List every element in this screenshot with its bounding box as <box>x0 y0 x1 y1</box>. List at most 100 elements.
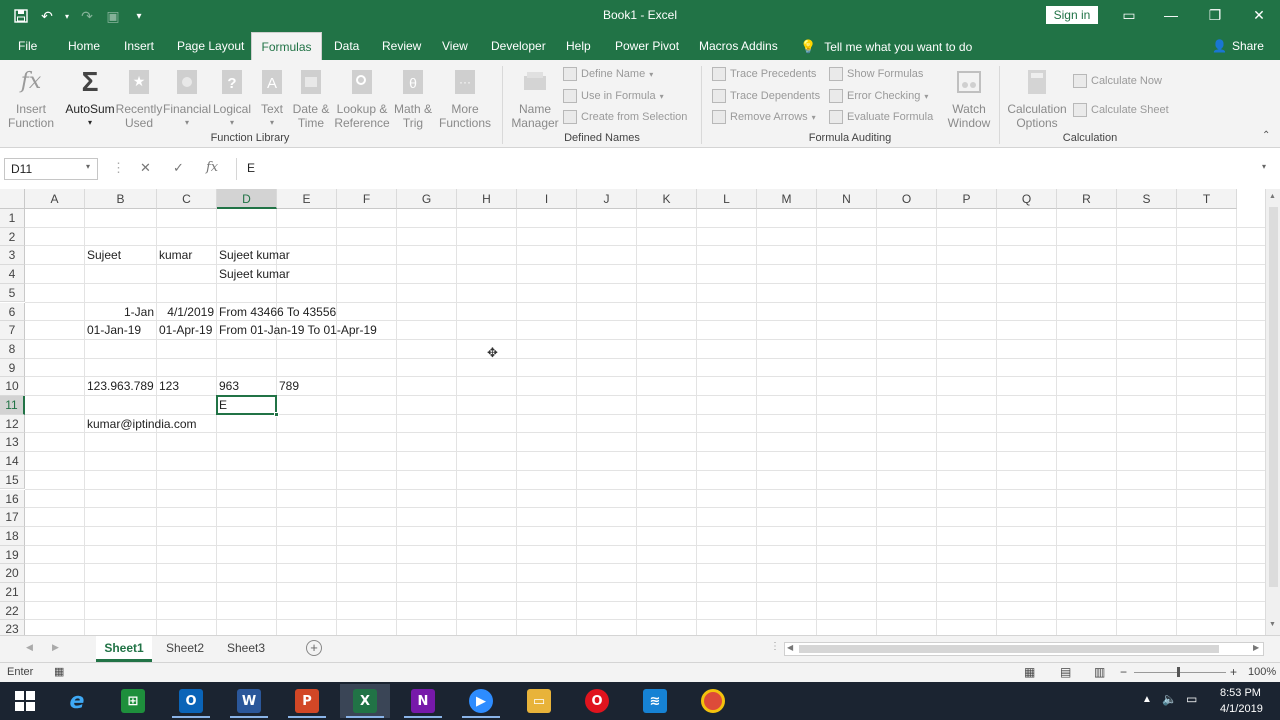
financial-button[interactable]: Financial ▾ <box>163 66 211 130</box>
select-all-corner[interactable] <box>0 189 25 209</box>
wifi-icon[interactable]: ≋ <box>630 684 680 718</box>
cell-e10[interactable]: 789 <box>279 377 299 395</box>
cell-c10[interactable]: 123 <box>159 377 179 395</box>
column-header-d[interactable]: D <box>217 189 277 209</box>
zoom-in-icon[interactable]: + <box>1230 665 1237 679</box>
opera-icon[interactable]: O <box>572 684 622 718</box>
save-icon[interactable] <box>10 5 32 27</box>
lookup-reference-button[interactable]: Lookup & Reference <box>334 66 390 130</box>
tab-macros-addins[interactable]: Macros Addins <box>691 32 786 60</box>
row-header-6[interactable]: 6 <box>0 302 25 322</box>
share-button[interactable]: 👤 Share <box>1212 39 1264 53</box>
column-header-k[interactable]: K <box>637 189 697 209</box>
text-button[interactable]: A Text ▾ <box>256 66 288 130</box>
excel-taskbar-icon[interactable]: X <box>340 684 390 718</box>
row-header-1[interactable]: 1 <box>0 209 25 228</box>
tab-review[interactable]: Review <box>374 32 429 60</box>
row-header-14[interactable]: 14 <box>0 452 25 471</box>
calculate-now-button[interactable]: Calculate Now <box>1073 72 1162 90</box>
column-header-m[interactable]: M <box>757 189 817 209</box>
name-box[interactable]: D11 <box>4 158 98 180</box>
row-header-2[interactable]: 2 <box>0 227 25 247</box>
column-header-f[interactable]: F <box>337 189 397 209</box>
row-header-10[interactable]: 10 <box>0 377 25 396</box>
zoom-slider[interactable] <box>1134 672 1226 673</box>
column-header-t[interactable]: T <box>1177 189 1237 209</box>
column-header-g[interactable]: G <box>397 189 457 209</box>
cell-c6[interactable]: 4/1/2019 <box>157 303 214 321</box>
row-header-13[interactable]: 13 <box>0 433 25 453</box>
cell-d3[interactable]: Sujeet kumar <box>219 246 290 264</box>
expand-formula-bar-icon[interactable]: ▾ <box>1262 162 1266 171</box>
tab-file[interactable]: File <box>10 32 45 60</box>
trace-dependents-button[interactable]: Trace Dependents <box>712 87 820 105</box>
row-header-20[interactable]: 20 <box>0 564 25 583</box>
row-header-23[interactable]: 23 <box>0 620 25 635</box>
show-hidden-icons-icon[interactable]: ▲ <box>1142 694 1152 705</box>
evaluate-formula-button[interactable]: Evaluate Formula <box>829 108 933 126</box>
close-icon[interactable]: ✕ <box>1244 4 1274 26</box>
new-sheet-plus-icon[interactable]: + <box>306 640 322 656</box>
remove-arrows-button[interactable]: Remove Arrows ▾ <box>712 108 816 126</box>
sign-in-button[interactable]: Sign in <box>1046 6 1098 24</box>
column-header-o[interactable]: O <box>877 189 937 209</box>
row-header-9[interactable]: 9 <box>0 358 25 378</box>
sheet-tab-sheet1[interactable]: Sheet1 <box>96 636 152 662</box>
row-header-22[interactable]: 22 <box>0 601 25 621</box>
tab-developer[interactable]: Developer <box>483 32 554 60</box>
redo-icon[interactable]: ↷ <box>76 5 98 27</box>
page-break-view-icon[interactable]: ▥ <box>1094 665 1105 679</box>
file-explorer-icon[interactable]: ▭ <box>514 684 564 718</box>
scroll-down-icon[interactable]: ▼ <box>1269 621 1276 628</box>
define-name-button[interactable]: Define Name ▾ <box>563 65 653 83</box>
scroll-up-icon[interactable]: ▲ <box>1269 193 1276 200</box>
recently-used-button[interactable]: ★ Recently Used <box>116 66 162 130</box>
date-time-button[interactable]: Date & Time <box>290 66 332 130</box>
column-header-b[interactable]: B <box>85 189 157 209</box>
sheet-tab-sheet2[interactable]: Sheet2 <box>157 636 213 662</box>
column-header-p[interactable]: P <box>937 189 997 209</box>
row-header-19[interactable]: 19 <box>0 545 25 565</box>
tab-help[interactable]: Help <box>558 32 599 60</box>
formula-input[interactable]: E <box>236 158 1258 180</box>
macro-record-icon[interactable]: ▦ <box>54 665 64 678</box>
row-header-8[interactable]: 8 <box>0 339 25 359</box>
column-header-h[interactable]: H <box>457 189 517 209</box>
tab-power-pivot[interactable]: Power Pivot <box>607 32 687 60</box>
row-header-21[interactable]: 21 <box>0 583 25 602</box>
undo-icon[interactable]: ↶ <box>36 5 58 27</box>
vertical-scroll-thumb[interactable] <box>1269 207 1278 587</box>
cell-d11[interactable]: E <box>219 396 227 414</box>
cell-d6[interactable]: From 43466 To 43556 <box>219 303 336 321</box>
tab-page-layout[interactable]: Page Layout <box>169 32 252 60</box>
cell-d7[interactable]: From 01-Jan-19 To 01-Apr-19 <box>219 321 377 339</box>
column-header-a[interactable]: A <box>25 189 85 209</box>
scroll-left-icon[interactable]: ◀ <box>787 643 793 652</box>
scroll-right-icon[interactable]: ▶ <box>1253 643 1259 652</box>
clock-date[interactable]: 4/1/2019 <box>1220 703 1263 715</box>
column-header-n[interactable]: N <box>817 189 877 209</box>
sheet-scroll-right-icon[interactable]: ▶ <box>52 642 59 653</box>
enter-check-icon[interactable]: ✓ <box>173 160 184 176</box>
column-header-c[interactable]: C <box>157 189 217 209</box>
normal-view-icon[interactable]: ▦ <box>1024 665 1035 679</box>
column-header-l[interactable]: L <box>697 189 757 209</box>
restore-icon[interactable]: ❐ <box>1200 4 1230 26</box>
cell-d4[interactable]: Sujeet kumar <box>219 265 290 283</box>
outlook-icon[interactable]: O <box>166 684 216 718</box>
tab-formulas[interactable]: Formulas <box>251 32 322 60</box>
column-header-i[interactable]: I <box>517 189 577 209</box>
show-formulas-button[interactable]: Show Formulas <box>829 65 923 83</box>
page-layout-view-icon[interactable]: ▤ <box>1060 665 1071 679</box>
name-box-dropdown-icon[interactable]: ▾ <box>86 162 90 171</box>
network-icon[interactable]: ▭ <box>1186 692 1197 706</box>
row-header-18[interactable]: 18 <box>0 526 25 546</box>
cell-b6[interactable]: 1-Jan <box>85 303 154 321</box>
tab-data[interactable]: Data <box>326 32 367 60</box>
watch-window-button[interactable]: Watch Window <box>946 66 992 130</box>
insert-function-button[interactable]: fx Insert Function <box>8 66 54 131</box>
chrome-icon[interactable] <box>688 684 738 718</box>
more-functions-button[interactable]: ··· More Functions <box>436 66 494 130</box>
powerpoint-icon[interactable]: P <box>282 684 332 718</box>
row-header-4[interactable]: 4 <box>0 265 25 284</box>
